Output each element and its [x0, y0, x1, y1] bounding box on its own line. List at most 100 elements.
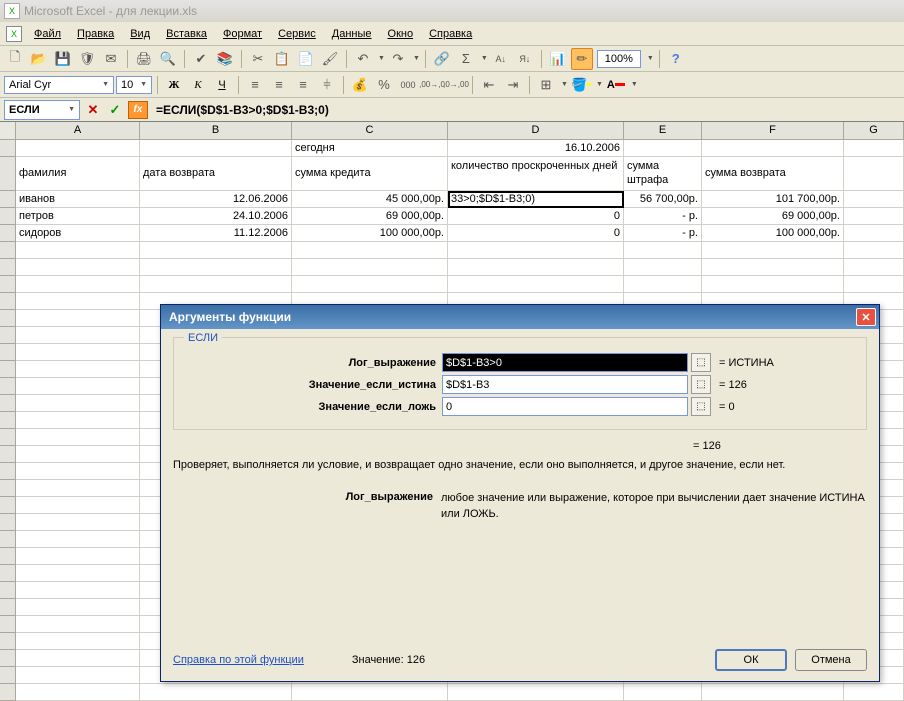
- preview-button[interactable]: 🔍: [157, 48, 179, 70]
- chart-button[interactable]: 📊: [547, 48, 569, 70]
- cell[interactable]: сидоров: [16, 225, 140, 242]
- menu-format[interactable]: Формат: [215, 25, 270, 43]
- cell[interactable]: [140, 242, 292, 259]
- percent-button[interactable]: %: [373, 74, 395, 96]
- copy-button[interactable]: 📋: [271, 48, 293, 70]
- cell-editing[interactable]: 33>0;$D$1-B3;0): [448, 191, 624, 208]
- cell[interactable]: [16, 446, 140, 463]
- cell[interactable]: [702, 140, 844, 157]
- row-header[interactable]: [0, 514, 16, 531]
- row-header[interactable]: [0, 650, 16, 667]
- row-header[interactable]: [0, 684, 16, 701]
- cell[interactable]: [140, 684, 292, 701]
- zoom-selector[interactable]: 100%: [597, 50, 641, 68]
- merge-button[interactable]: ⫩: [316, 74, 338, 96]
- borders-dropdown[interactable]: ▼: [561, 81, 568, 88]
- menu-window[interactable]: Окно: [380, 25, 422, 43]
- row-header[interactable]: [0, 242, 16, 259]
- cell[interactable]: [702, 684, 844, 701]
- dialog-titlebar[interactable]: Аргументы функции ✕: [161, 305, 879, 329]
- cell[interactable]: количество проскроченных дней: [448, 157, 624, 191]
- cell[interactable]: [16, 616, 140, 633]
- cell[interactable]: [16, 531, 140, 548]
- row-header[interactable]: [0, 480, 16, 497]
- cell[interactable]: [140, 276, 292, 293]
- menu-data[interactable]: Данные: [324, 25, 380, 43]
- excel-icon[interactable]: X: [6, 26, 22, 42]
- cell[interactable]: [448, 259, 624, 276]
- arg3-ref-button[interactable]: ⬚: [691, 397, 711, 416]
- cell[interactable]: [702, 259, 844, 276]
- cell[interactable]: [624, 684, 702, 701]
- cell[interactable]: [16, 684, 140, 701]
- cell[interactable]: 24.10.2006: [140, 208, 292, 225]
- cell[interactable]: [448, 684, 624, 701]
- align-left-button[interactable]: ≡: [244, 74, 266, 96]
- col-header-b[interactable]: B: [140, 122, 292, 139]
- row-header[interactable]: [0, 616, 16, 633]
- fill-dropdown[interactable]: ▼: [596, 81, 603, 88]
- row-header[interactable]: [0, 310, 16, 327]
- cell[interactable]: [292, 259, 448, 276]
- row-header[interactable]: [0, 361, 16, 378]
- row-header[interactable]: [0, 259, 16, 276]
- font-color-button[interactable]: A: [605, 74, 627, 96]
- menu-insert[interactable]: Вставка: [158, 25, 215, 43]
- cell[interactable]: [16, 276, 140, 293]
- increase-decimal-button[interactable]: ,00→,0: [421, 74, 443, 96]
- zoom-dropdown[interactable]: ▼: [647, 55, 654, 62]
- cell[interactable]: [844, 225, 904, 242]
- help-link[interactable]: Справка по этой функции: [173, 654, 304, 666]
- row-header[interactable]: [0, 565, 16, 582]
- row-header[interactable]: [0, 463, 16, 480]
- col-header-e[interactable]: E: [624, 122, 702, 139]
- cell[interactable]: дата возврата: [140, 157, 292, 191]
- arg3-input[interactable]: [442, 397, 688, 416]
- sort-asc-button[interactable]: A↓: [490, 48, 512, 70]
- cell[interactable]: 11.12.2006: [140, 225, 292, 242]
- cell[interactable]: [16, 327, 140, 344]
- cell[interactable]: [16, 548, 140, 565]
- cell[interactable]: фамилия: [16, 157, 140, 191]
- cell[interactable]: 101 700,00р.: [702, 191, 844, 208]
- cell[interactable]: [16, 310, 140, 327]
- paste-button[interactable]: 📄: [295, 48, 317, 70]
- cell[interactable]: [16, 565, 140, 582]
- row-header[interactable]: [0, 531, 16, 548]
- autosum-button[interactable]: Σ: [455, 48, 477, 70]
- underline-button[interactable]: Ч: [211, 74, 233, 96]
- row-header[interactable]: [0, 225, 16, 242]
- cell[interactable]: [16, 650, 140, 667]
- menu-file[interactable]: Файл: [26, 25, 69, 43]
- font-size-selector[interactable]: 10▼: [116, 76, 152, 94]
- cell[interactable]: [16, 667, 140, 684]
- cell[interactable]: сегодня: [292, 140, 448, 157]
- align-center-button[interactable]: ≡: [268, 74, 290, 96]
- arg2-input[interactable]: [442, 375, 688, 394]
- col-header-c[interactable]: C: [292, 122, 448, 139]
- borders-button[interactable]: ⊞: [535, 74, 557, 96]
- formula-input[interactable]: [152, 100, 900, 120]
- help-button[interactable]: ?: [665, 48, 687, 70]
- arg2-ref-button[interactable]: ⬚: [691, 375, 711, 394]
- row-header[interactable]: [0, 446, 16, 463]
- cell[interactable]: [16, 378, 140, 395]
- row-header[interactable]: [0, 276, 16, 293]
- row-header[interactable]: [0, 208, 16, 225]
- arg1-ref-button[interactable]: ⬚: [691, 353, 711, 372]
- row-header[interactable]: [0, 157, 16, 191]
- col-header-d[interactable]: D: [448, 122, 624, 139]
- email-button[interactable]: ✉: [100, 48, 122, 70]
- formula-enter-button[interactable]: ✓: [106, 101, 124, 119]
- row-header[interactable]: [0, 633, 16, 650]
- cell[interactable]: [292, 242, 448, 259]
- cell[interactable]: [292, 276, 448, 293]
- row-header[interactable]: [0, 548, 16, 565]
- cell[interactable]: [702, 276, 844, 293]
- sort-desc-button[interactable]: Я↓: [514, 48, 536, 70]
- dialog-close-button[interactable]: ✕: [856, 308, 876, 326]
- cell[interactable]: [844, 684, 904, 701]
- cell[interactable]: 0: [448, 225, 624, 242]
- cell[interactable]: сумма кредита: [292, 157, 448, 191]
- cell[interactable]: [16, 480, 140, 497]
